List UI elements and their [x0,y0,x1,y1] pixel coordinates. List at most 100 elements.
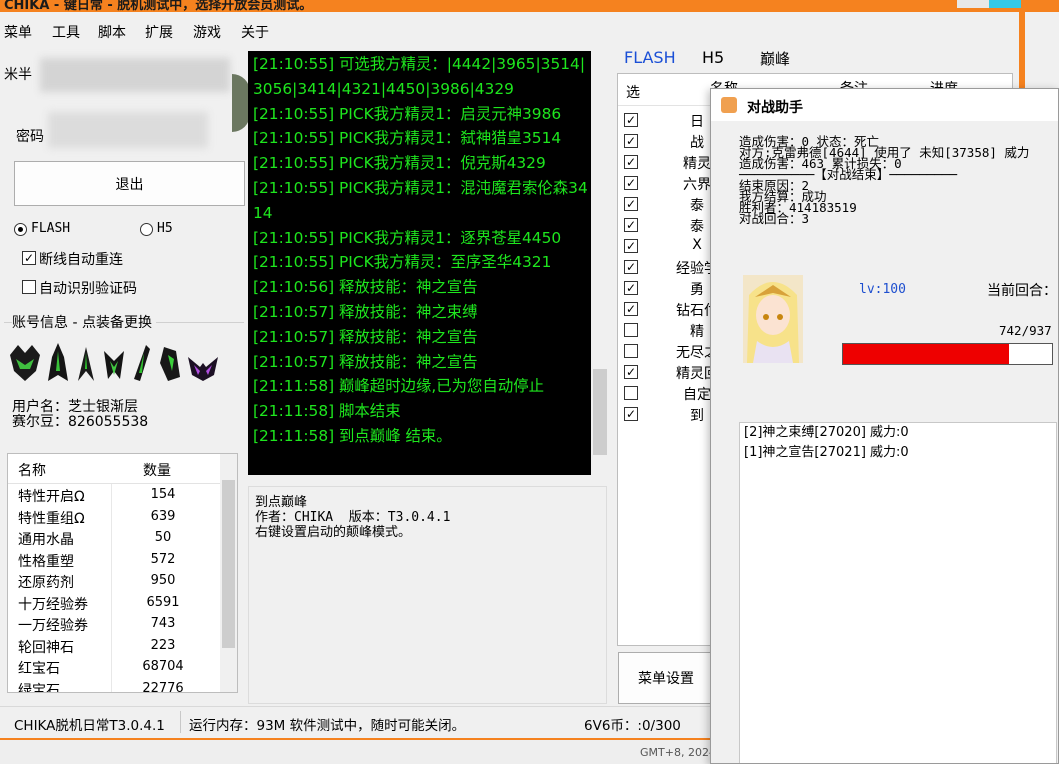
h5-radio[interactable] [140,223,153,236]
item-count: 743 [150,616,176,631]
col-name-header[interactable]: 名称 [18,460,46,480]
item-scroll-thumb[interactable] [222,480,235,648]
feature-checkbox[interactable]: ✓ [624,260,638,274]
log-line: [21:10:57] 释放技能：神之宣告 [253,352,478,371]
feature-checkbox[interactable] [624,344,638,358]
feature-checkbox[interactable]: ✓ [624,407,638,421]
minimize-button[interactable] [957,0,989,8]
flash-radio[interactable] [14,223,27,236]
feature-row[interactable]: ✓ 战 [618,130,718,152]
weapon-icon[interactable] [74,341,98,385]
item-row[interactable]: 特性重组Ω 639 [8,507,215,529]
item-name: 性格重塑 [18,553,74,570]
feature-checkbox[interactable]: ✓ [624,197,638,211]
boots-icon[interactable] [130,341,154,385]
feature-row[interactable]: ✓ 钻石付 [618,298,718,320]
item-row[interactable]: 轮回神石 223 [8,636,215,658]
pet-avatar [743,275,803,363]
menu-games[interactable]: 游戏 [193,22,221,42]
skill-list[interactable]: [2]神之束缚[27020] 威力:0 [1]神之宣告[27021] 威力:0 [739,422,1057,763]
feature-row[interactable]: ✓ 精灵 [618,151,718,173]
menu-script[interactable]: 脚本 [98,22,126,42]
info-line: 右键设置启动的颠峰模式。 [255,525,412,540]
log-scrollbar[interactable] [591,51,609,475]
auto-reconnect-checkbox[interactable]: ✓ [22,251,36,265]
armor-icon[interactable] [46,341,70,385]
feature-row[interactable]: 无尽之 [618,340,718,362]
item-count: 68704 [142,659,184,674]
equipment-row [8,338,233,388]
feature-checkbox[interactable]: ✓ [624,113,638,127]
feature-checkbox[interactable] [624,323,638,337]
hp-text: 742/937 [999,323,1052,338]
feature-row[interactable]: ✓ 精灵回 [618,361,718,383]
item-row[interactable]: 十万经验券 6591 [8,593,215,615]
feature-checkbox[interactable]: ✓ [624,302,638,316]
feature-checkbox[interactable]: ✓ [624,281,638,295]
menu-main[interactable]: 菜单 [4,22,32,42]
col-count-header[interactable]: 数量 [143,460,171,480]
feature-checkbox[interactable] [624,386,638,400]
bracer-icon[interactable] [158,341,182,385]
item-name: 特性重组Ω [18,510,85,527]
item-row[interactable]: 绿宝石 22776 [8,679,215,693]
feature-row[interactable]: ✓ 到 [618,403,718,425]
item-row[interactable]: 还原药剂 950 [8,571,215,593]
feature-checkbox[interactable]: ✓ [624,155,638,169]
log-console[interactable]: [21:10:55] 可选我方精灵：|4442|3965|3514|3056|3… [248,51,609,475]
feature-row[interactable]: ✓ 六界 [618,172,718,194]
item-row[interactable]: 红宝石 68704 [8,657,215,679]
item-row[interactable]: 特性开启Ω 154 [8,485,215,507]
tab-flash[interactable]: FLASH [624,48,676,67]
helmet-icon[interactable] [8,341,42,385]
item-count: 223 [150,637,176,653]
log-scroll-thumb[interactable] [593,369,607,455]
log-line: [21:10:55] PICK我方精灵1：启灵元神3986 [253,104,562,123]
logout-button[interactable]: 退出 [14,161,245,206]
item-name: 轮回神石 [18,639,74,656]
feature-row[interactable]: ✓ 泰 [618,193,718,215]
log-line: [21:10:55] PICK我方精灵1：倪克斯4329 [253,154,546,173]
feature-row[interactable]: ✓ 勇 [618,277,718,299]
battle-assistant-dialog[interactable]: 对战助手 造成伤害：0 状态：死亡 对方:克雷弗德[4644] 使用了 未知[37… [710,88,1059,764]
feature-row[interactable]: 自定 [618,382,718,404]
menu-about[interactable]: 关于 [241,22,269,42]
item-scrollbar[interactable] [220,454,237,692]
tab-peak[interactable]: 巅峰 [760,48,790,69]
skill-item[interactable]: [2]神之束缚[27020] 威力:0 [740,423,1056,443]
item-count: 154 [150,487,176,502]
window-titlebar: CHIKA - 键日常 - 脱机测试中，选择开放会员测试。 [0,0,1059,12]
captcha-checkbox[interactable] [22,280,36,294]
skill-item[interactable]: [1]神之宣告[27021] 威力:0 [740,443,1056,463]
feature-row[interactable]: ✓ X [618,235,718,257]
item-row[interactable]: 性格重塑 572 [8,550,215,572]
feature-row[interactable]: ✓ 泰 [618,214,718,236]
feature-row[interactable]: ✓ 经验学 [618,256,718,278]
flash-radio-label: FLASH [31,221,71,236]
username-input[interactable] [40,58,230,92]
col-select-header[interactable]: 选 [626,82,640,102]
feature-row[interactable]: ✓ 日 [618,109,718,131]
menu-tools[interactable]: 工具 [52,22,80,42]
item-table[interactable]: 名称 数量 特性开启Ω 154 特性重组Ω 639 通用水晶 50 性格重塑 572 还原药剂 9… [7,453,238,693]
item-name: 特性开启Ω [18,489,85,505]
feature-checkbox[interactable]: ✓ [624,218,638,232]
feature-checkbox[interactable]: ✓ [624,239,638,253]
mask-icon[interactable] [186,341,220,385]
item-row[interactable]: 通用水晶 50 [8,528,215,550]
beans-text: 赛尔豆：826055538 [12,414,149,430]
feature-row[interactable]: 精 [618,319,718,341]
feature-checkbox[interactable]: ✓ [624,176,638,190]
item-count: 6591 [146,594,180,610]
feature-checkbox[interactable]: ✓ [624,365,638,379]
password-input[interactable] [48,112,208,148]
battle-line: 对战回合：3 [739,211,810,226]
wings-icon[interactable] [102,341,126,385]
close-button[interactable] [989,0,1021,8]
menu-settings-button[interactable]: 菜单设置 [618,652,714,704]
feature-checkbox[interactable]: ✓ [624,134,638,148]
menu-extensions[interactable]: 扩展 [145,22,173,42]
dialog-titlebar[interactable]: 对战助手 [711,89,1058,121]
item-row[interactable]: 一万经验券 743 [8,614,215,636]
tab-h5[interactable]: H5 [702,48,724,67]
